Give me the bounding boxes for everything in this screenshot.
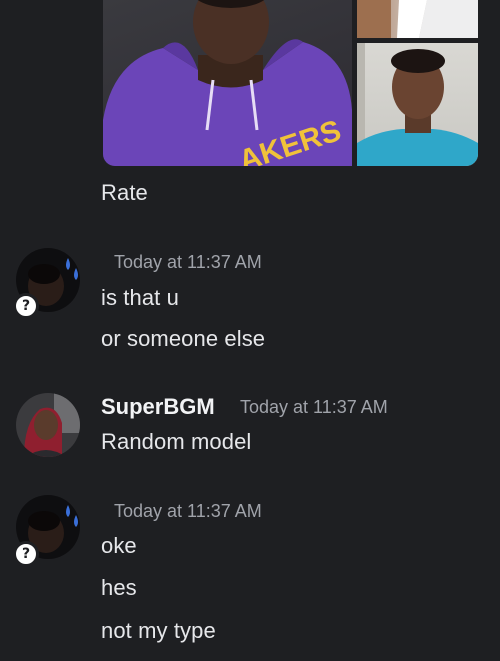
- message-timestamp: Today at 11:37 AM: [114, 501, 262, 521]
- red-hair-user-avatar-icon: [16, 393, 80, 457]
- message-timestamp: Today at 11:37 AM: [240, 397, 388, 417]
- message-text: is that u: [101, 285, 179, 310]
- message-username[interactable]: SuperBGM: [101, 394, 215, 420]
- message-text: hes: [101, 575, 137, 600]
- message-text: or someone else: [101, 326, 266, 351]
- message-text: Random model: [101, 429, 252, 454]
- message-text: not my type: [101, 618, 216, 643]
- message-text: oke: [101, 533, 137, 558]
- user-avatar[interactable]: [16, 393, 80, 457]
- message-text: Rate: [101, 180, 148, 205]
- unknown-status-badge-icon: ?: [13, 541, 39, 567]
- message-attachments: AKERS: [103, 0, 478, 166]
- message-timestamp: Today at 11:37 AM: [114, 252, 262, 272]
- attachment-image-3[interactable]: [357, 43, 478, 166]
- attachment-image-main[interactable]: AKERS: [103, 0, 352, 166]
- unknown-status-badge-icon: ?: [13, 293, 39, 319]
- attachment-image-2[interactable]: [357, 0, 478, 38]
